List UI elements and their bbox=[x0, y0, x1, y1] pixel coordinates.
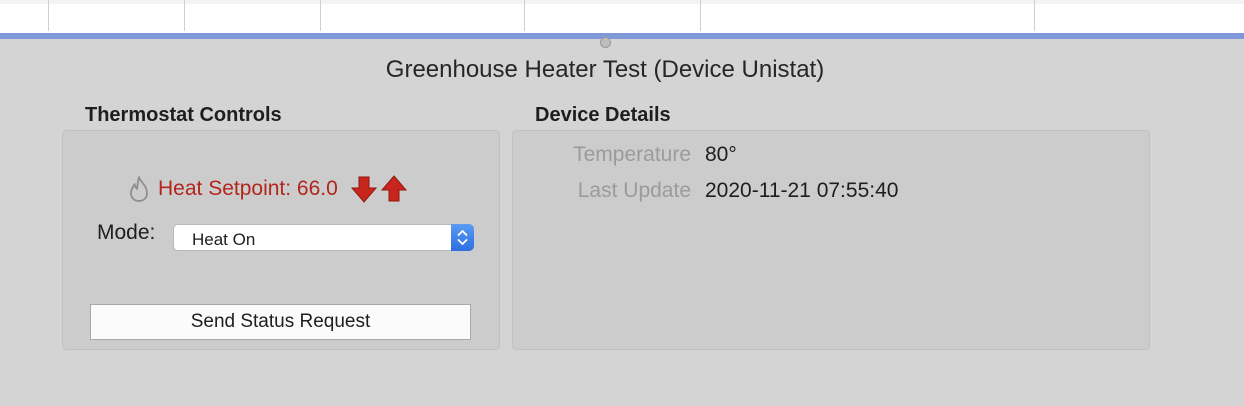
table-column-divider bbox=[184, 0, 185, 31]
send-status-request-button[interactable]: Send Status Request bbox=[90, 304, 471, 340]
heat-setpoint-label: Heat Setpoint: 66.0 bbox=[158, 177, 338, 200]
device-details-heading: Device Details bbox=[535, 104, 671, 126]
temperature-label: Temperature bbox=[573, 143, 691, 166]
split-handle-icon[interactable] bbox=[600, 37, 611, 48]
flame-icon bbox=[130, 176, 148, 202]
arrow-up-icon[interactable] bbox=[380, 175, 408, 203]
table-column-divider bbox=[1034, 0, 1035, 31]
table-column-divider bbox=[700, 0, 701, 31]
heat-setpoint-row: Heat Setpoint: 66.0 bbox=[126, 174, 410, 204]
device-table[interactable] bbox=[0, 0, 1244, 33]
mode-label: Mode: bbox=[97, 221, 156, 244]
arrow-down-icon[interactable] bbox=[350, 175, 378, 203]
split-view-divider[interactable] bbox=[0, 33, 1244, 39]
table-row[interactable] bbox=[0, 0, 1244, 4]
temperature-value: 80° bbox=[705, 143, 737, 166]
table-column-divider bbox=[48, 0, 49, 31]
mode-select[interactable]: Heat On bbox=[173, 224, 474, 251]
select-stepper-icon[interactable] bbox=[451, 224, 474, 251]
thermostat-controls-heading: Thermostat Controls bbox=[85, 104, 282, 126]
table-column-divider bbox=[320, 0, 321, 31]
last-update-label: Last Update bbox=[577, 179, 691, 202]
mode-select-value: Heat On bbox=[192, 230, 256, 249]
page-title: Greenhouse Heater Test (Device Unistat) bbox=[385, 56, 825, 83]
table-column-divider bbox=[524, 0, 525, 31]
last-update-value: 2020-11-21 07:55:40 bbox=[705, 179, 899, 202]
